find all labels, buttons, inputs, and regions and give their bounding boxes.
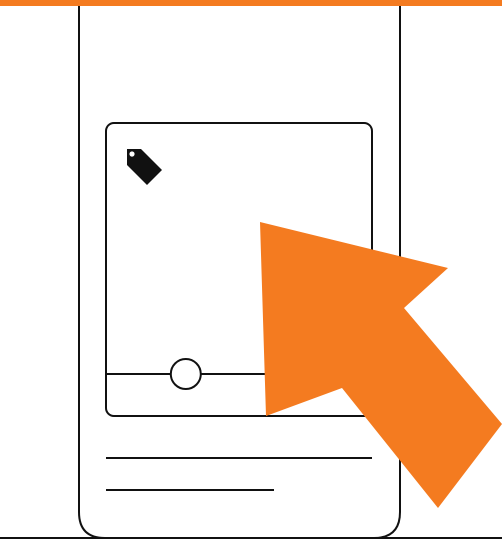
- price-tag-icon: [127, 149, 162, 185]
- phone-illustration: [0, 6, 502, 539]
- cursor-arrow-icon: [260, 222, 502, 508]
- slider-handle-icon[interactable]: [169, 358, 202, 390]
